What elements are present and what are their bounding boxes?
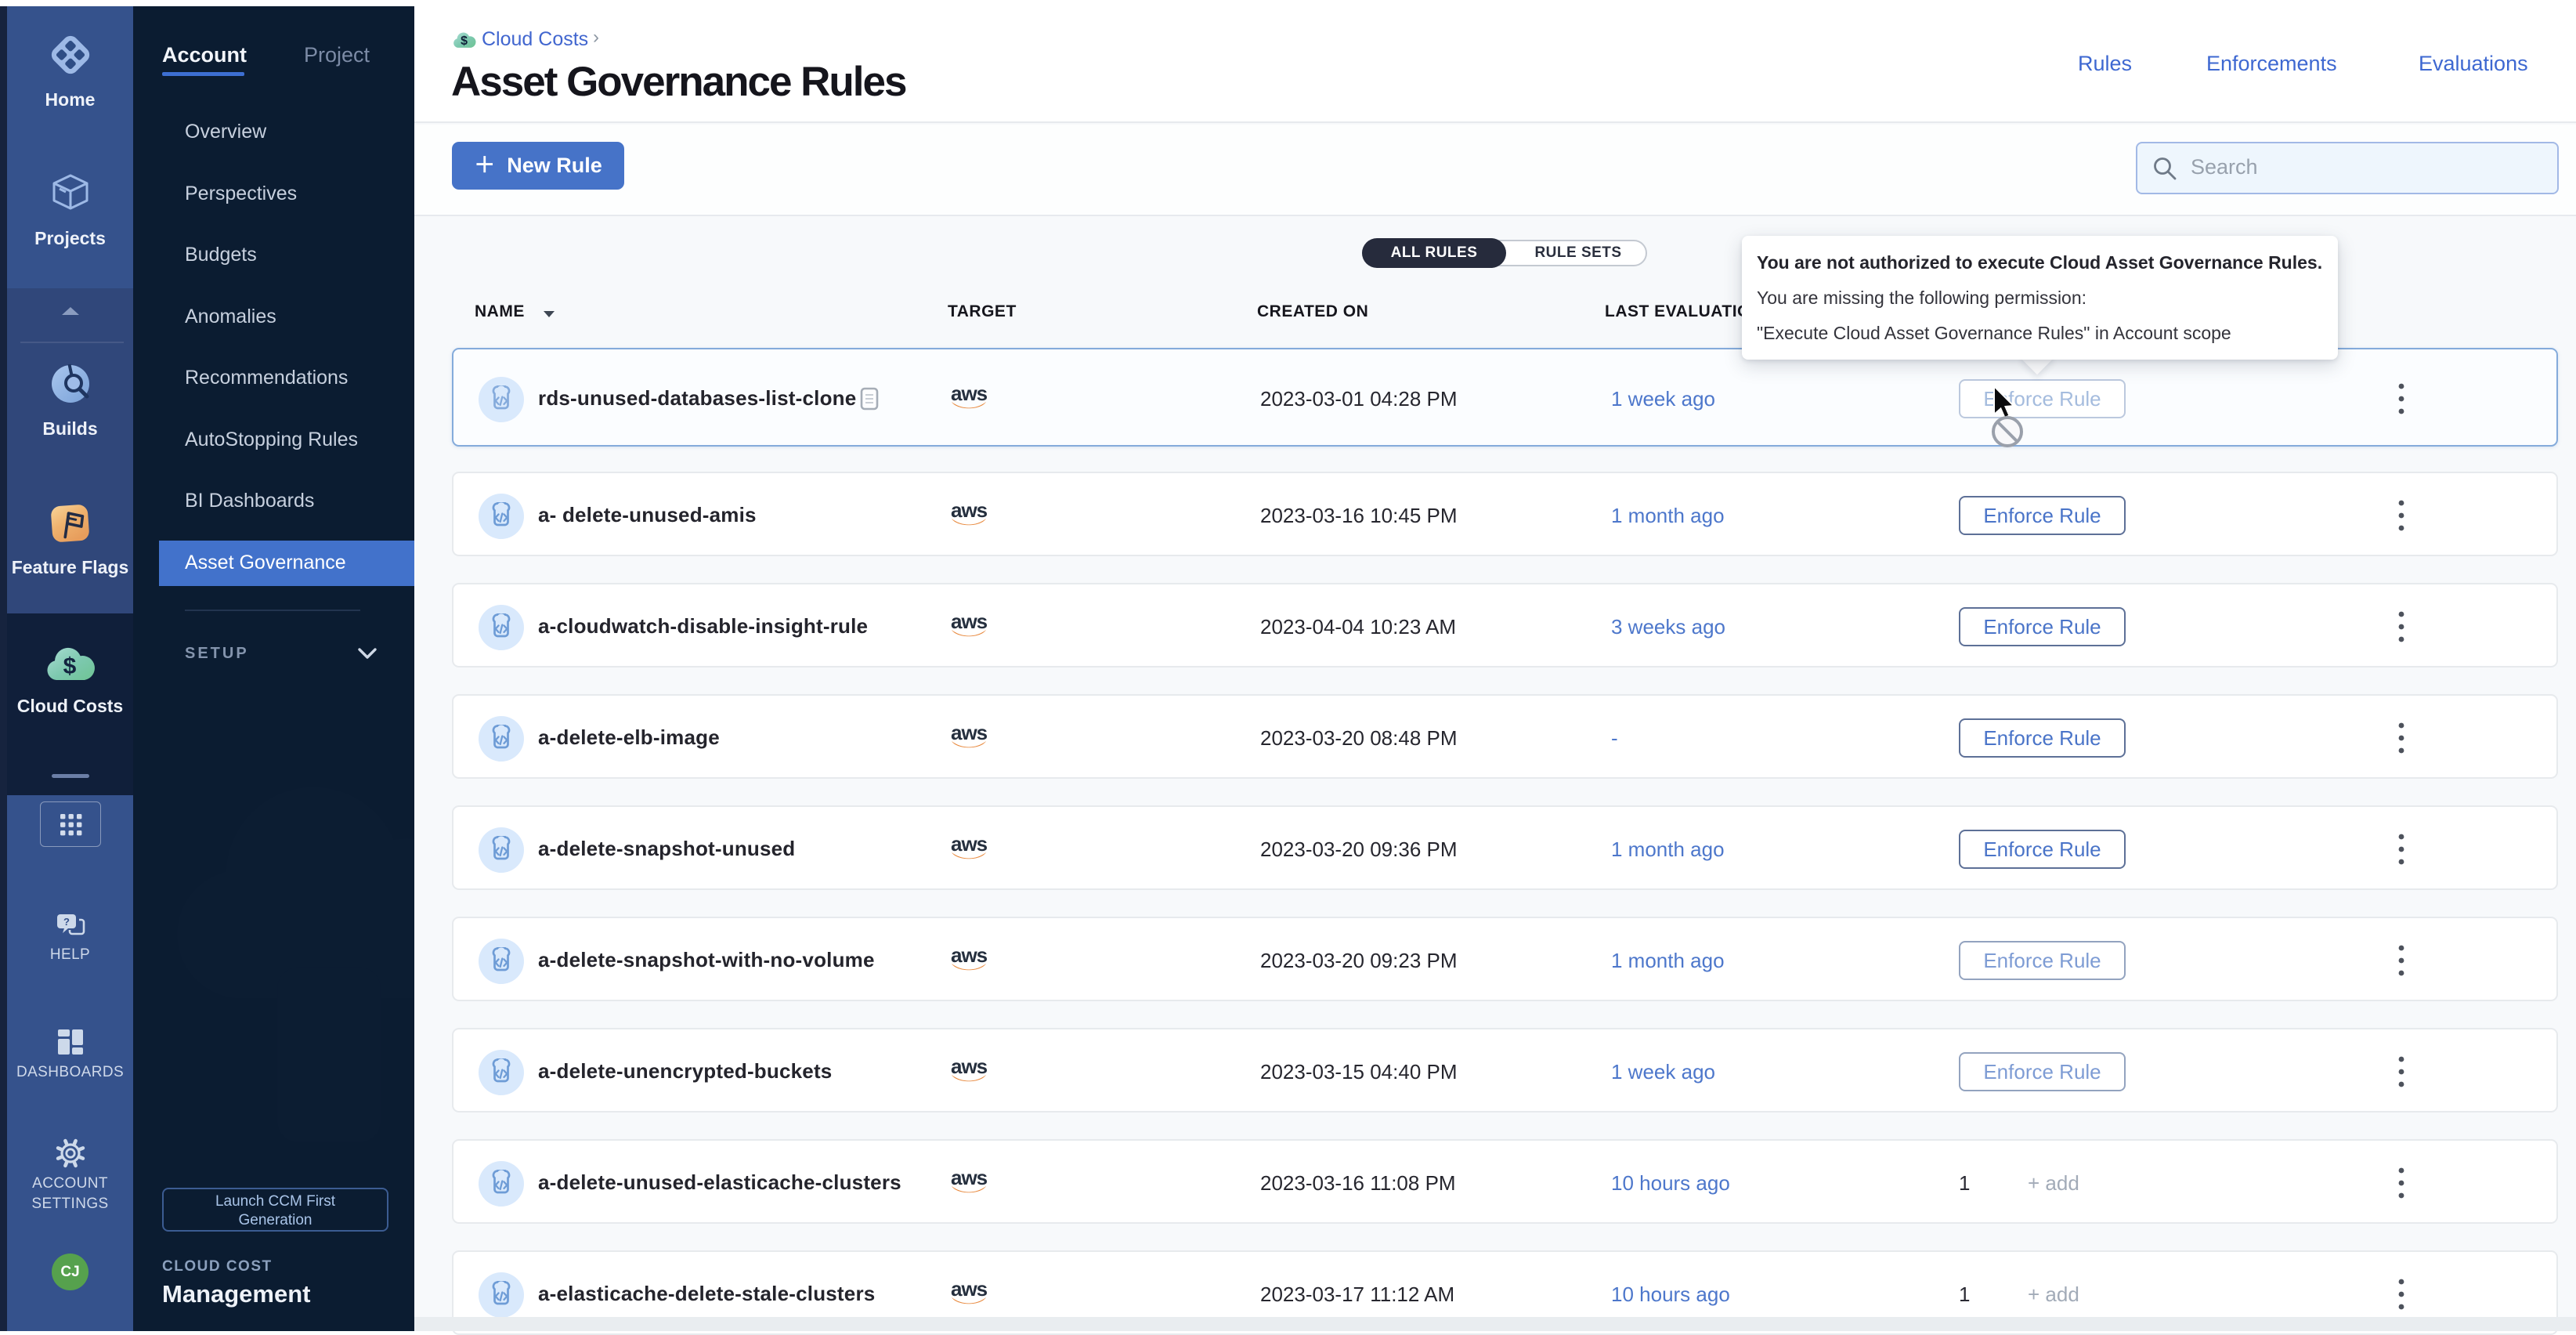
svg-text:?: ? bbox=[63, 916, 70, 928]
svg-text:$: $ bbox=[63, 653, 76, 679]
svg-text:$: $ bbox=[461, 34, 468, 48]
